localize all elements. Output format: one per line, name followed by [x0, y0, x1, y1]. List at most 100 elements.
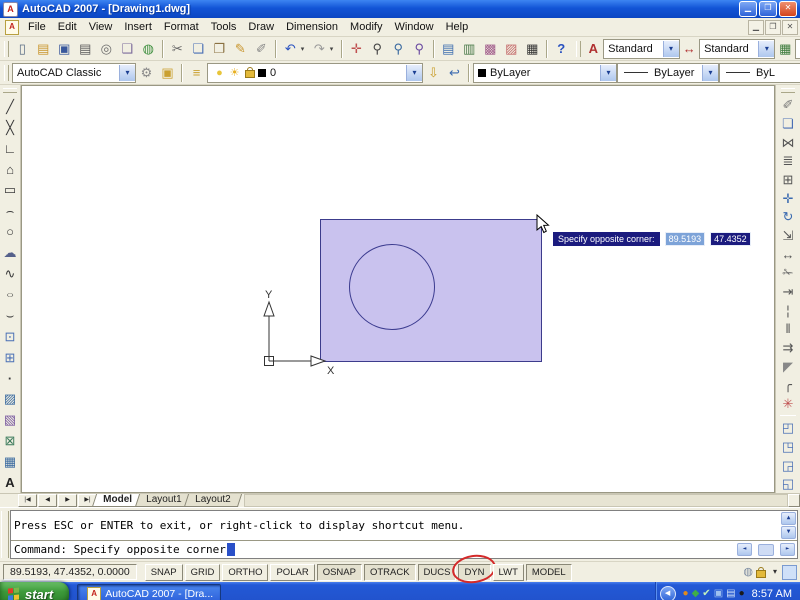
workspace-select[interactable]: AutoCAD Classic ▾ [12, 63, 136, 83]
menu-insert[interactable]: Insert [118, 20, 158, 34]
match-properties-icon[interactable]: ✎ [230, 38, 251, 59]
redo-icon[interactable]: ↷ [309, 38, 330, 59]
menu-view[interactable]: View [83, 20, 119, 34]
lineweight-select[interactable]: ByL [719, 63, 800, 83]
messenger-tray-icon[interactable]: ▤ [726, 589, 735, 599]
send-to-back-icon[interactable]: ◳ [778, 437, 798, 456]
multiline-text-icon[interactable]: A [0, 472, 20, 493]
quickcalc-icon[interactable]: ▦ [522, 38, 543, 59]
clean-screen-button[interactable] [782, 565, 797, 580]
toolbar-grip[interactable] [3, 88, 17, 93]
chevron-down-icon[interactable]: ▾ [119, 65, 135, 81]
clock-tray-icon[interactable]: ● [739, 589, 745, 599]
chevron-down-icon[interactable]: ▾ [702, 65, 718, 81]
child-restore-button[interactable]: ❐ [765, 20, 781, 35]
scroll-up-icon[interactable]: ▲ [781, 512, 796, 525]
menu-draw[interactable]: Draw [242, 20, 280, 34]
bring-above-objects-icon[interactable]: ◲ [778, 456, 798, 475]
scale-icon[interactable]: ⇲ [778, 226, 798, 245]
circle-icon[interactable]: ○ [0, 221, 20, 242]
block-editor-icon[interactable]: ✐ [251, 38, 272, 59]
copy-icon[interactable]: ❏ [188, 38, 209, 59]
status-toggle-ducs[interactable]: DUCS [418, 564, 457, 581]
qnew-icon[interactable]: ▯ [12, 38, 33, 59]
join-icon[interactable]: ⇉ [778, 338, 798, 357]
tab-nav-first[interactable]: |◀ [18, 494, 37, 507]
plot-preview-icon[interactable]: ◎ [96, 38, 117, 59]
hatch-icon[interactable]: ▨ [0, 389, 20, 410]
help-icon[interactable]: ? [551, 38, 572, 59]
chevron-down-icon[interactable]: ▾ [406, 65, 422, 81]
status-toggle-snap[interactable]: SNAP [145, 564, 183, 581]
publish-web-icon[interactable]: ◍ [138, 38, 159, 59]
break-icon[interactable]: ‖ [778, 319, 798, 338]
menu-file[interactable]: File [22, 20, 52, 34]
layer-select[interactable]: ● ☀ 0 ▾ [207, 63, 423, 83]
taskbar-clock[interactable]: 8:57 AM [752, 588, 792, 600]
workspace-settings-icon[interactable]: ⚙ [136, 62, 157, 83]
communication-center-icon[interactable]: ◍ [743, 567, 753, 578]
ellipse-arc-icon[interactable]: ⌣ [0, 305, 20, 326]
text-style-icon[interactable]: A [584, 38, 604, 59]
command-input[interactable]: Command: Specify opposite corner ◄ ► [11, 540, 797, 558]
properties-palette-icon[interactable]: ▤ [438, 38, 459, 59]
layer-color-swatch[interactable] [258, 69, 266, 77]
toolbar-lock-icon[interactable] [756, 570, 766, 578]
insert-block-icon[interactable]: ⊡ [0, 326, 20, 347]
break-at-point-icon[interactable]: ¦ [778, 301, 798, 320]
publish-icon[interactable]: ❑ [117, 38, 138, 59]
zoom-window-icon[interactable]: ⚲ [388, 38, 409, 59]
explode-icon[interactable]: ✳ [778, 394, 798, 413]
make-block-icon[interactable]: ⊞ [0, 347, 20, 368]
command-window-grip[interactable] [1, 511, 9, 558]
designcenter-icon[interactable]: ▥ [459, 38, 480, 59]
zoom-realtime-icon[interactable]: ⚲ [367, 38, 388, 59]
spline-icon[interactable]: ∿ [0, 263, 20, 284]
menu-modify[interactable]: Modify [344, 20, 388, 34]
status-toggle-otrack[interactable]: OTRACK [364, 564, 416, 581]
dyn-y-field[interactable]: 47.4352 [710, 232, 751, 246]
paste-icon[interactable]: ❐ [209, 38, 230, 59]
text-style-select[interactable]: Standard ▾ [603, 39, 679, 59]
zoom-previous-icon[interactable]: ⚲ [409, 38, 430, 59]
scroll-down-icon[interactable]: ▼ [781, 526, 796, 539]
tray-chevron-icon[interactable]: ◀ [660, 586, 676, 600]
start-button[interactable]: start [0, 582, 69, 600]
tab-layout2[interactable]: Layout2 [184, 494, 242, 507]
network-tray-icon[interactable]: ▣ [714, 589, 723, 599]
scroll-right-icon[interactable]: ► [780, 543, 795, 556]
stretch-icon[interactable]: ↔ [778, 245, 798, 264]
tool-palettes-icon[interactable]: ▩ [480, 38, 501, 59]
table-icon[interactable]: ▦ [0, 451, 20, 472]
child-minimize-button[interactable]: ▁ [748, 20, 764, 35]
chevron-down-icon[interactable]: ▾ [758, 41, 774, 57]
sheet-set-manager-icon[interactable]: ▨ [501, 38, 522, 59]
polyline-icon[interactable]: ∟ [0, 138, 20, 159]
coordinates-readout[interactable]: 89.5193, 47.4352, 0.0000 [3, 564, 137, 580]
layer-freeze-icon[interactable]: ☀ [227, 66, 242, 79]
toolbar-grip[interactable] [576, 41, 581, 57]
app-tray-icon[interactable]: ◆ [692, 589, 700, 599]
construction-line-icon[interactable]: ╳ [0, 117, 20, 138]
cut-icon[interactable]: ✂ [167, 38, 188, 59]
dim-style-icon[interactable]: ↔ [680, 38, 700, 59]
toolbar-grip[interactable] [4, 41, 9, 57]
menu-help[interactable]: Help [440, 20, 475, 34]
tabs-scroll-track[interactable] [244, 494, 788, 507]
layer-on-off-icon[interactable]: ● [212, 67, 227, 79]
status-toggle-lwt[interactable]: LWT [493, 564, 524, 581]
menu-window[interactable]: Window [388, 20, 439, 34]
point-icon[interactable]: · [0, 368, 20, 389]
tab-nav-previous[interactable]: ◀ [38, 494, 57, 507]
redo-dropdown-arrow[interactable]: ▾ [330, 45, 338, 53]
close-button[interactable]: ✕ [779, 1, 797, 17]
send-under-objects-icon[interactable]: ◱ [778, 474, 798, 493]
scrollbar-thumb[interactable] [758, 544, 774, 556]
save-icon[interactable]: ▣ [54, 38, 75, 59]
offset-icon[interactable]: ≣ [778, 151, 798, 170]
extend-icon[interactable]: ⇥ [778, 282, 798, 301]
status-toggle-dyn[interactable]: DYN [458, 564, 490, 581]
linetype-select[interactable]: ByLayer ▾ [617, 63, 719, 83]
layer-previous-icon[interactable]: ↩ [444, 62, 465, 83]
layer-properties-manager-icon[interactable]: ≡ [186, 62, 207, 83]
